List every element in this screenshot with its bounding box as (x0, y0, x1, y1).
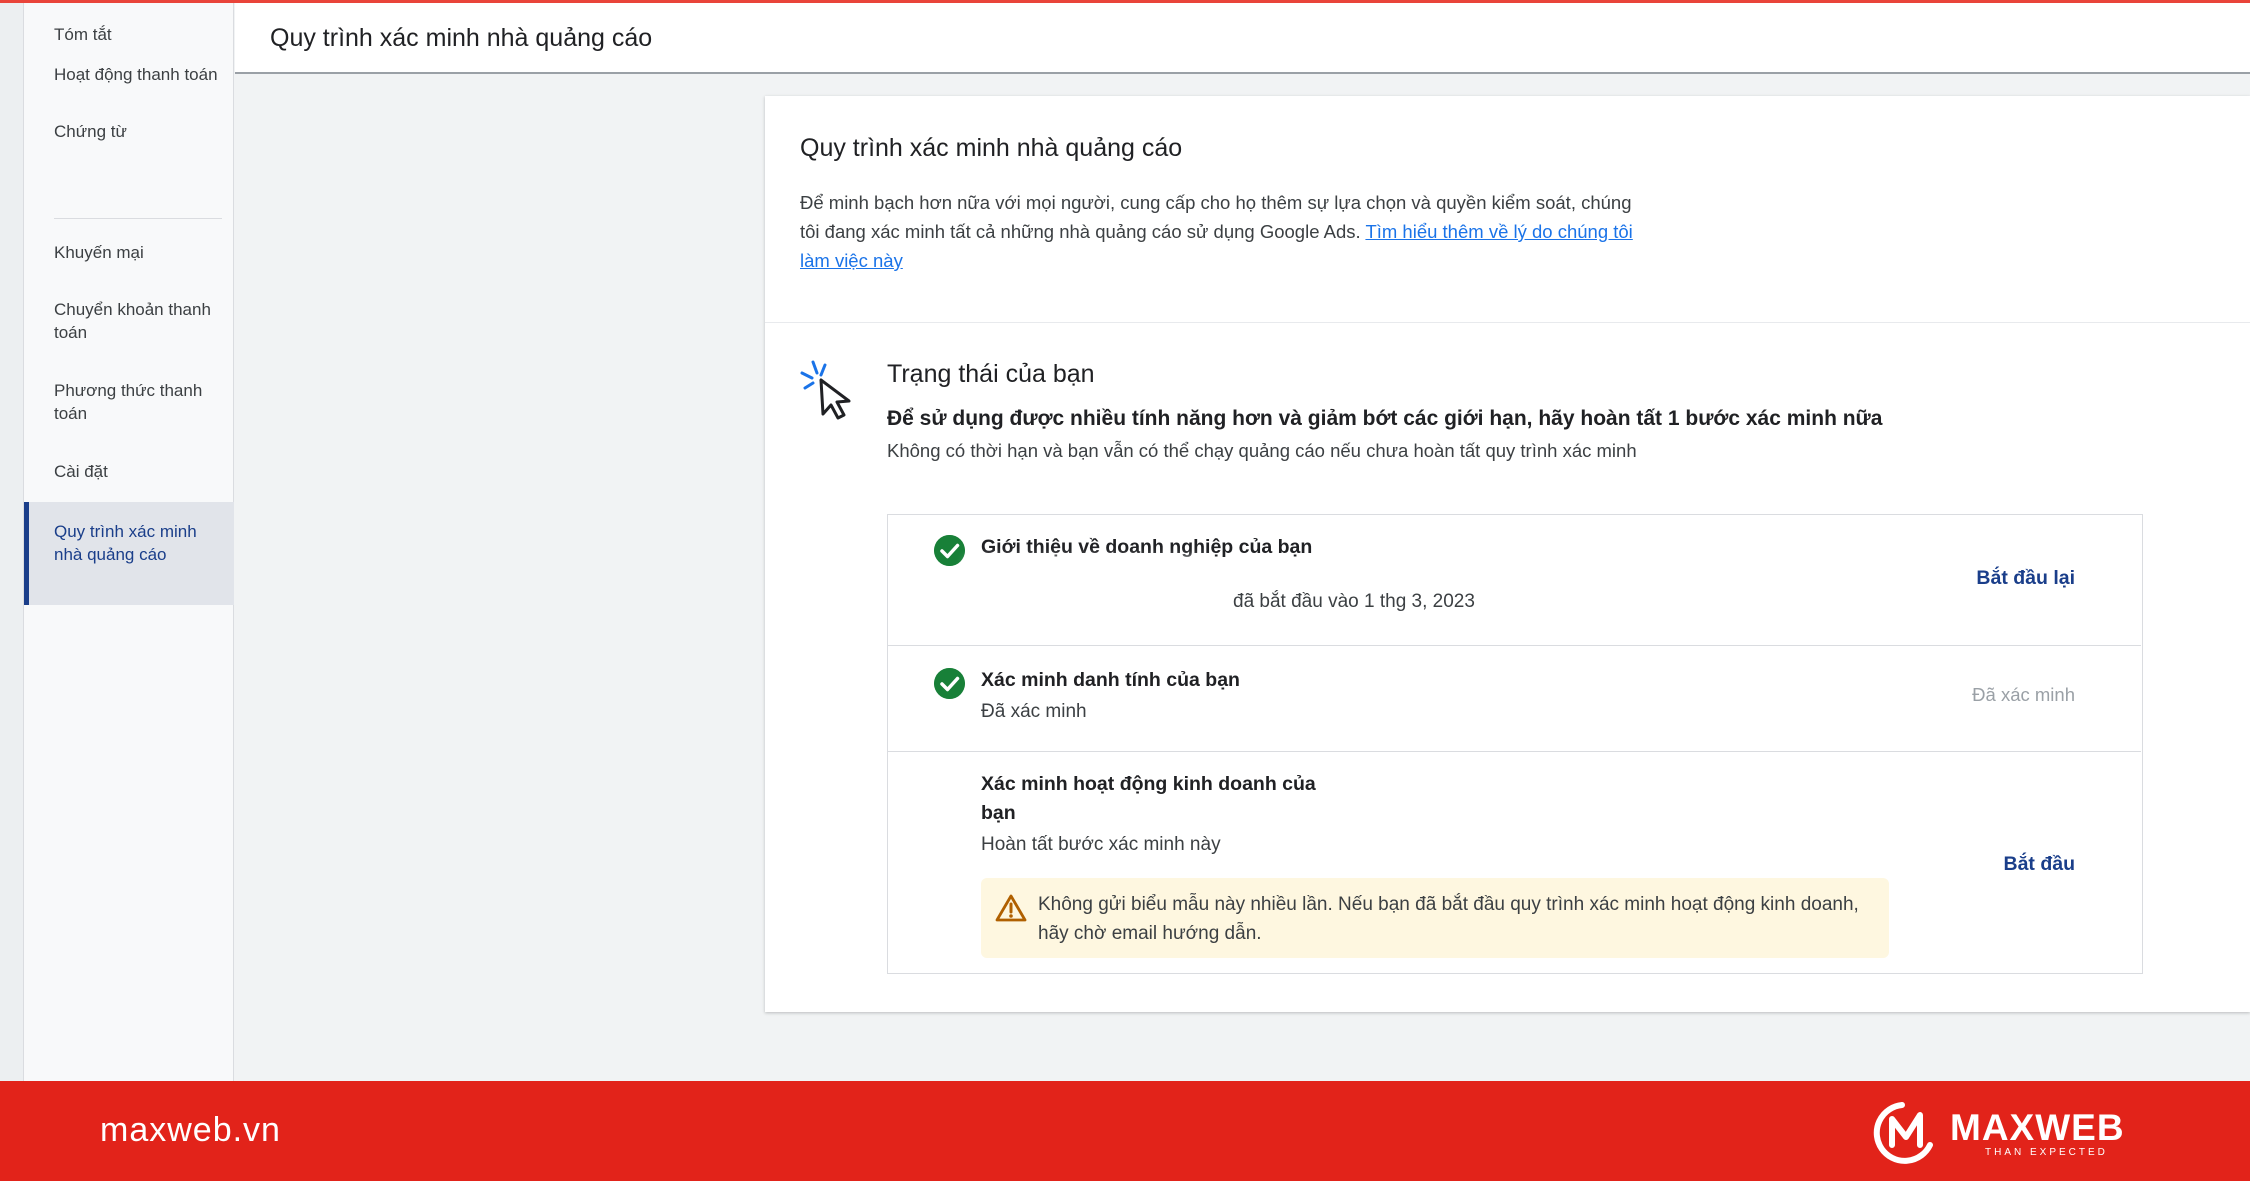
check-circle-icon (934, 668, 965, 699)
footer-site-url: maxweb.vn (100, 1111, 281, 1149)
sidebar-item-advertiser-verification[interactable]: Quy trình xác minh nhà quảng cáo (24, 502, 234, 605)
step-title: Xác minh hoạt động kinh doanh của bạn (981, 773, 1316, 824)
footer-banner: maxweb.vn MAXWEB THAN EXPECTED (0, 1081, 2250, 1181)
warning-triangle-icon (995, 894, 1027, 922)
sidebar-divider (54, 218, 222, 219)
page-header: Quy trình xác minh nhà quảng cáo (235, 3, 2250, 74)
footer-brand-name: MAXWEB (1950, 1107, 2125, 1148)
sidebar-item-summary[interactable]: Tóm tắt (24, 23, 234, 46)
step-title: Xác minh danh tính của bạn (981, 669, 1240, 691)
sidebar-item-settings[interactable]: Cài đặt (24, 460, 234, 483)
page-title: Quy trình xác minh nhà quảng cáo (270, 24, 653, 52)
verification-card: Quy trình xác minh nhà quảng cáo Để minh… (765, 96, 2250, 1012)
card-title: Quy trình xác minh nhà quảng cáo (800, 134, 1183, 162)
step-subtitle: Hoàn tất bước xác minh này (981, 834, 1221, 855)
sidebar-item-payment-methods[interactable]: Phương thức thanh toán (24, 379, 234, 425)
sidebar-item-promotions[interactable]: Khuyến mại (24, 241, 234, 264)
check-circle-icon (934, 535, 965, 566)
card-description: Để minh bạch hơn nữa với mọi người, cung… (800, 188, 1640, 275)
restart-button[interactable]: Bắt đầu lại (1976, 567, 2075, 590)
status-title: Trạng thái của bạn (887, 360, 1095, 388)
start-button[interactable]: Bắt đầu (2003, 853, 2075, 876)
warning-text: Không gửi biểu mẫu này nhiều lần. Nếu bạ… (1038, 894, 1859, 944)
sidebar-item-transfers[interactable]: Chuyển khoản thanh toán (24, 298, 234, 344)
sidebar-nav: Tóm tắt Hoạt động thanh toán Chứng từ Kh… (24, 3, 234, 1081)
maxweb-logo-icon (1873, 1102, 1933, 1164)
step-business-info: Giới thiệu về doanh nghiệp của bạn đã bắ… (888, 515, 2141, 645)
verification-steps: Giới thiệu về doanh nghiệp của bạn đã bắ… (887, 514, 2143, 974)
status-subtext: Không có thời hạn và bạn vẫn có thể chạy… (887, 440, 1637, 461)
step-subtitle: Đã xác minh (981, 701, 1087, 722)
card-divider (765, 322, 2250, 323)
step-identity: Xác minh danh tính của bạn Đã xác minh Đ… (888, 645, 2141, 751)
step-subtitle: đã bắt đầu vào 1 thg 3, 2023 (1233, 591, 1475, 612)
sidebar-item-payment-activity[interactable]: Hoạt động thanh toán (24, 63, 234, 86)
cursor-click-icon (800, 360, 851, 420)
step-business-operations: Xác minh hoạt động kinh doanh của bạn Ho… (888, 751, 2141, 973)
status-lead: Để sử dụng được nhiều tính năng hơn và g… (887, 407, 1883, 430)
verified-status-label: Đã xác minh (1972, 684, 2075, 705)
footer-tagline: THAN EXPECTED (1985, 1147, 2108, 1158)
sidebar-item-documents[interactable]: Chứng từ (24, 120, 234, 143)
redacted-area (978, 569, 1198, 627)
step-title: Giới thiệu về doanh nghiệp của bạn (981, 536, 1313, 558)
warning-banner: Không gửi biểu mẫu này nhiều lần. Nếu bạ… (981, 878, 1889, 958)
left-edge-strip (0, 3, 24, 1081)
